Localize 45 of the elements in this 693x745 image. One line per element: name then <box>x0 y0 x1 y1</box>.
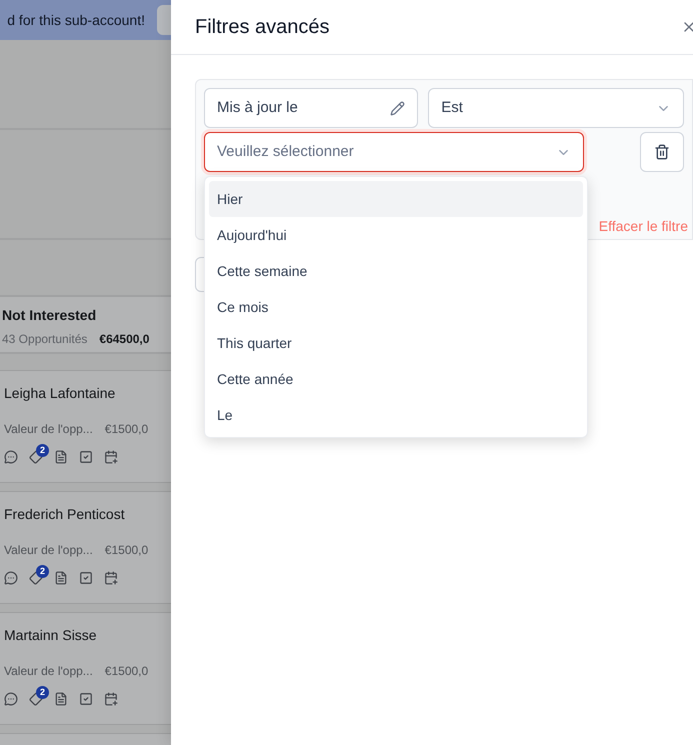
document-icon[interactable] <box>54 692 68 706</box>
contact-name: Frederich Penticost <box>4 505 126 524</box>
task-icon[interactable] <box>79 571 93 585</box>
dropdown-option[interactable]: Ce mois <box>209 289 583 325</box>
value-label: Valeur de l'opp... <box>4 542 93 559</box>
column-total: €64500,0 <box>99 331 150 348</box>
document-icon[interactable] <box>54 450 68 464</box>
dropdown-option[interactable]: Le <box>209 397 583 433</box>
task-icon[interactable] <box>79 692 93 706</box>
panel-title: Filtres avancés <box>195 15 330 40</box>
dropdown-option[interactable]: This quarter <box>209 325 583 361</box>
value-amount: €1500,0 <box>104 421 148 438</box>
count-badge: 2 <box>36 565 49 578</box>
calendar-icon[interactable] <box>104 692 118 706</box>
opportunity-card[interactable]: Martainn Sisse Valeur de l'opp... €1500,0 2 <box>0 612 171 725</box>
calendar-icon[interactable] <box>104 571 118 585</box>
value-label: Valeur de l'opp... <box>4 663 93 680</box>
value-amount: €1500,0 <box>104 542 148 559</box>
value-select[interactable]: Veuillez sélectionner <box>204 132 584 172</box>
dropdown-option[interactable]: Hier <box>209 181 583 217</box>
opportunity-card[interactable]: Frederich Penticost Valeur de l'opp... €1500,0 2 <box>0 491 171 604</box>
edit-icon[interactable] <box>390 100 406 116</box>
chat-icon[interactable] <box>4 450 18 464</box>
document-icon[interactable] <box>54 571 68 585</box>
banner-text: d for this sub-account! <box>7 10 145 30</box>
opportunity-card[interactable]: Leigha Lafontaine Valeur de l'opp... €1500,0 2 <box>0 370 171 483</box>
dropdown-option[interactable]: Cette année <box>209 361 583 397</box>
task-icon[interactable] <box>79 450 93 464</box>
dropdown-option[interactable]: Aujourd'hui <box>209 217 583 253</box>
value-label: Valeur de l'opp... <box>4 421 93 438</box>
contact-name: Martainn Sisse <box>4 626 98 645</box>
operator-select[interactable]: Est <box>428 88 684 128</box>
count-badge: 2 <box>36 444 49 457</box>
delete-button[interactable] <box>640 132 684 172</box>
field-selector[interactable]: Mis à jour le <box>204 88 418 128</box>
dropdown-option[interactable]: Cette semaine <box>209 253 583 289</box>
contact-name: Leigha Lafontaine <box>4 384 116 403</box>
count-badge: 2 <box>36 686 49 699</box>
chat-icon[interactable] <box>4 571 18 585</box>
column-title: Not Interested <box>2 306 98 325</box>
calendar-icon[interactable] <box>104 450 118 464</box>
trash-icon <box>654 144 670 160</box>
chat-icon[interactable] <box>4 692 18 706</box>
opportunity-count: 43 Opportunités <box>2 331 88 348</box>
value-amount: €1500,0 <box>104 663 148 680</box>
